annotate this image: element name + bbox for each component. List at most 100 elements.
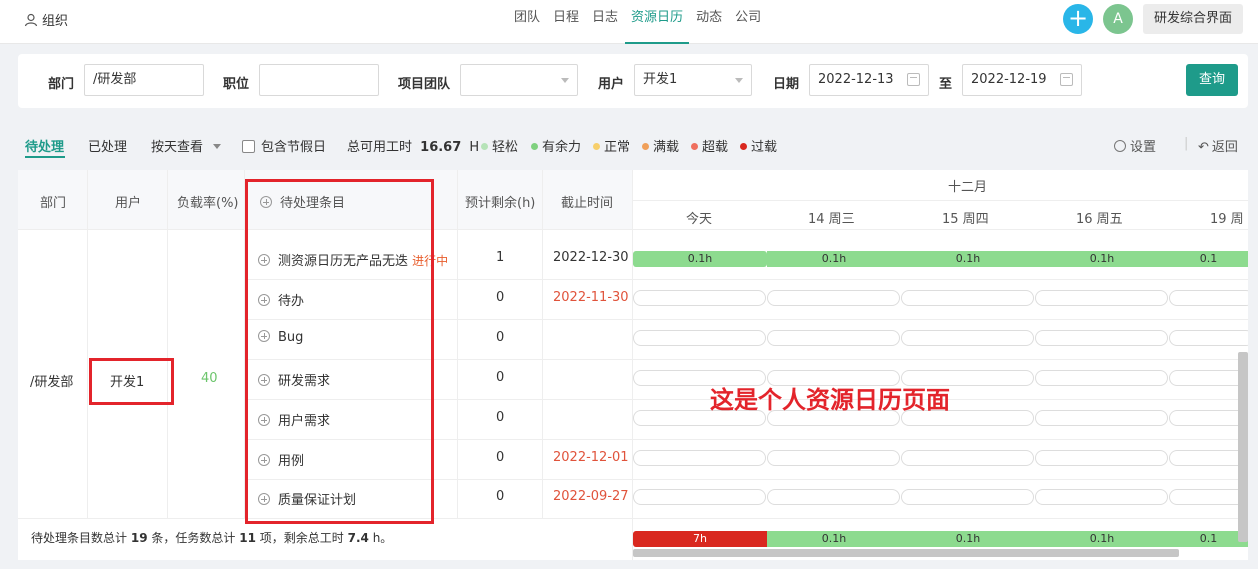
vertical-scrollbar[interactable] bbox=[1238, 352, 1248, 542]
total-hours-label: 总可用工时 bbox=[347, 140, 413, 155]
total-workload-bar[interactable]: 7h bbox=[633, 531, 767, 547]
view-mode-dropdown[interactable]: 按天查看 bbox=[151, 136, 222, 155]
tab-done[interactable]: 已处理 bbox=[88, 136, 127, 155]
toolbar-divider: | bbox=[1184, 136, 1189, 151]
total-workload-bar[interactable]: 0.1h bbox=[767, 531, 901, 547]
divider bbox=[18, 518, 1248, 519]
empty-bar bbox=[901, 330, 1034, 346]
total-workload-bar[interactable]: 0.1h bbox=[1035, 531, 1169, 547]
date-label: 日期 bbox=[773, 77, 800, 92]
query-button[interactable]: 查询 bbox=[1186, 64, 1238, 96]
load-rate-cell: 40 bbox=[201, 371, 218, 386]
footer-summary: 待处理条目数总计 19 条，任务数总计 11 项，剩余总工时 7.4 h。 bbox=[31, 529, 392, 546]
nav-resource-calendar[interactable]: 资源日历 bbox=[625, 0, 690, 44]
calendar-icon bbox=[1060, 73, 1073, 86]
empty-bar bbox=[1169, 410, 1248, 426]
deadline-cell: 2022-12-30 bbox=[553, 250, 629, 265]
view-mode-label: 按天查看 bbox=[151, 140, 204, 155]
legend-label: 过载 bbox=[751, 140, 778, 155]
legend-dot bbox=[691, 143, 698, 150]
nav-activity[interactable]: 动态 bbox=[690, 0, 728, 44]
legend-normal: 正常 bbox=[593, 136, 630, 155]
empty-bar bbox=[1035, 410, 1168, 426]
empty-bar bbox=[633, 290, 766, 306]
remaining-cell: 0 bbox=[496, 370, 505, 385]
day-header-16: 16 周五 bbox=[1076, 212, 1123, 227]
back-button[interactable]: ↶ 返回 bbox=[1198, 136, 1238, 155]
day-header-14: 14 周三 bbox=[808, 212, 855, 227]
nav-company[interactable]: 公司 bbox=[729, 0, 767, 44]
workload-bar[interactable]: 0.1h bbox=[1035, 251, 1169, 267]
position-input[interactable] bbox=[259, 64, 379, 96]
workload-bar[interactable]: 0.1h bbox=[767, 251, 901, 267]
divider bbox=[167, 170, 168, 518]
legend-dot bbox=[740, 143, 747, 150]
remaining-cell: 0 bbox=[496, 330, 505, 345]
legend-relaxed: 轻松 bbox=[481, 136, 518, 155]
date-to-input[interactable]: 2022-12-19 bbox=[962, 64, 1082, 96]
gear-icon bbox=[1114, 140, 1126, 152]
remaining-cell: 0 bbox=[496, 450, 505, 465]
day-header-today: 今天 bbox=[686, 212, 713, 227]
legend-label: 轻松 bbox=[492, 140, 519, 155]
empty-bar bbox=[1035, 450, 1168, 466]
legend-label: 满载 bbox=[653, 140, 680, 155]
divider bbox=[457, 170, 458, 518]
empty-bar bbox=[767, 330, 900, 346]
workload-bar[interactable]: 0.1h bbox=[901, 251, 1035, 267]
user-avatar[interactable]: A bbox=[1103, 4, 1133, 34]
legend-label: 正常 bbox=[604, 140, 631, 155]
workload-bar[interactable]: 0.1 bbox=[1169, 251, 1248, 267]
nav-log[interactable]: 日志 bbox=[586, 0, 624, 44]
col-user-header: 用户 bbox=[115, 196, 142, 211]
empty-bar bbox=[1035, 489, 1168, 505]
date-from-input[interactable]: 2022-12-13 bbox=[809, 64, 929, 96]
legend-dot bbox=[481, 143, 488, 150]
checkbox-icon bbox=[242, 140, 255, 153]
divider bbox=[87, 170, 88, 518]
dept-input[interactable]: /研发部 bbox=[84, 64, 204, 96]
empty-bar bbox=[1035, 290, 1168, 306]
col-load-header: 负载率(%) bbox=[177, 196, 239, 211]
user-select[interactable]: 开发1 bbox=[634, 64, 752, 96]
org-switcher[interactable]: 组织 bbox=[24, 10, 68, 29]
nav-schedule[interactable]: 日程 bbox=[547, 0, 585, 44]
total-workload-bar[interactable]: 0.1h bbox=[901, 531, 1035, 547]
workspace-switch-button[interactable]: 研发综合界面 bbox=[1143, 4, 1243, 34]
summary-hours-total: 7.4 bbox=[347, 531, 369, 545]
user-label: 用户 bbox=[598, 77, 625, 92]
summary-text: 待处理条目数总计 bbox=[31, 531, 128, 545]
filter-bar: 部门 /研发部 职位 项目团队 用户 开发1 日期 2022-12-13 至 2… bbox=[18, 54, 1248, 108]
include-holidays-toggle[interactable]: 包含节假日 bbox=[242, 136, 326, 155]
chevron-down-icon bbox=[735, 78, 743, 83]
settings-button[interactable]: 设置 bbox=[1114, 136, 1156, 155]
nav-team[interactable]: 团队 bbox=[508, 0, 546, 44]
day-header-19: 19 周 bbox=[1210, 212, 1244, 227]
date-from-value: 2022-12-13 bbox=[818, 72, 894, 87]
legend-dot bbox=[642, 143, 649, 150]
legend-full: 满载 bbox=[642, 136, 679, 155]
empty-bar bbox=[633, 330, 766, 346]
create-plus-button[interactable]: + bbox=[1063, 4, 1093, 34]
deadline-cell: 2022-09-27 bbox=[553, 489, 629, 504]
workload-bar[interactable]: 0.1h bbox=[633, 251, 767, 267]
empty-bar bbox=[767, 489, 900, 505]
deadline-cell: 2022-12-01 bbox=[553, 450, 629, 465]
view-toolbar: 待处理 已处理 按天查看 包含节假日 总可用工时 16.67 H 轻松 有余力 … bbox=[0, 126, 1258, 162]
top-navigation-bar: 组织 团队 日程 日志 资源日历 动态 公司 + A 研发综合界面 bbox=[0, 0, 1258, 44]
tab-pending[interactable]: 待处理 bbox=[25, 136, 64, 155]
horizontal-scrollbar[interactable] bbox=[633, 549, 1179, 557]
empty-bar bbox=[1169, 370, 1248, 386]
empty-bar bbox=[1169, 450, 1248, 466]
user-icon bbox=[24, 13, 38, 26]
divider bbox=[632, 170, 633, 560]
team-select[interactable] bbox=[460, 64, 578, 96]
legend-dot bbox=[531, 143, 538, 150]
resource-calendar-table: 部门 用户 负载率(%) 待处理条目 预计剩余(h) 截止时间 十二月 今天 1… bbox=[18, 170, 1248, 560]
date-separator: 至 bbox=[939, 77, 953, 92]
total-workload-bar[interactable]: 0.1 bbox=[1169, 531, 1248, 547]
legend-label: 有余力 bbox=[542, 140, 582, 155]
col-deadline-header: 截止时间 bbox=[561, 196, 614, 211]
empty-bar bbox=[1169, 330, 1248, 346]
active-tab-indicator bbox=[25, 156, 65, 158]
